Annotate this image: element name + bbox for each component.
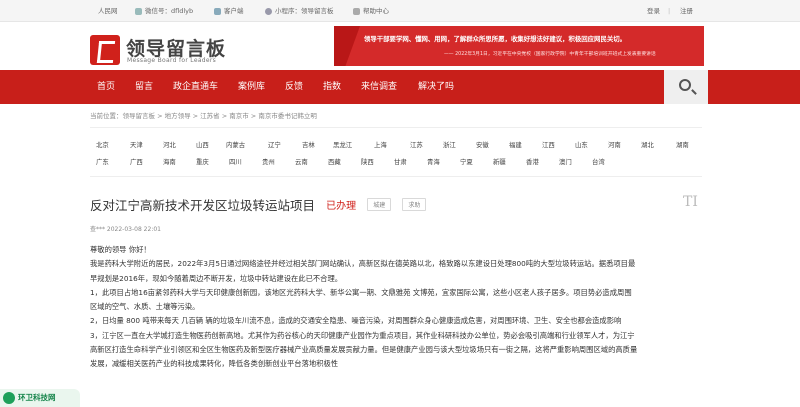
site-logo-icon[interactable] [90,35,120,65]
region-link[interactable]: 贵州 [262,157,275,166]
font-size-icon[interactable]: TI [683,194,698,210]
phone-icon [214,7,221,15]
message-line: 3，江宁区一直在大学城打造生物医药创新高地。尤其作为药谷核心的天印健康产业园作为… [90,330,635,340]
message-body: 尊敬的领导 你好！ 我是药科大学附近的居民，2022年3月5日通过网络途径并经过… [90,243,710,372]
watermark: 环卫科技网 [0,389,80,407]
region-link[interactable]: 江苏 [410,140,423,149]
help-link[interactable]: 帮助中心 [353,0,389,22]
message-title: 反对江宁高新技术开发区垃圾转运站项目 [90,198,316,213]
type-tag[interactable]: 求助 [402,198,427,211]
region-link[interactable]: 青海 [427,157,440,166]
login-link[interactable]: 登录 [647,0,660,22]
region-list: 北京 天津 河北 山西 内蒙古 辽宁 吉林 黑龙江 上海 江苏 浙江 安徽 福建… [90,137,702,171]
message-line: 早规划是2016年，现如今随着周边不断开发，垃圾中转站建设在此已不合理。 [90,273,343,283]
register-link[interactable]: 注册 [680,0,693,22]
region-link[interactable]: 澳门 [559,157,572,166]
message-line: 2，日均量 800 吨带来每天 几百辆 辆的垃圾车川流不息，造成的交通安全隐患、… [90,316,622,326]
status-badge: 已办理 [326,201,357,212]
region-link[interactable]: 安徽 [476,140,489,149]
nav-home[interactable]: 首页 [97,70,115,104]
help-icon [353,7,360,15]
nav-cases[interactable]: 案例库 [238,70,265,104]
region-link[interactable]: 吉林 [302,140,315,149]
region-link[interactable]: 海南 [163,157,176,166]
nav-feedback[interactable]: 反馈 [285,70,303,104]
search-button[interactable] [664,70,708,104]
region-link[interactable]: 河南 [608,140,621,149]
region-link[interactable]: 云南 [295,157,308,166]
miniprogram-link[interactable]: 小程序：领导留言板 [265,0,334,22]
region-link[interactable]: 江西 [542,140,555,149]
nav-index[interactable]: 指数 [323,70,341,104]
site-header: 领导留言板 Message Board for Leaders 领导干部要学网、… [0,22,800,70]
message-line: 高新区打造生命科学产业引领区和全区生物医药及新型医疗器械产业高质量发展贡献力量。… [90,345,638,355]
message-meta: 查*** 2022-03-08 22:01 [90,226,161,233]
region-link[interactable]: 香港 [526,157,539,166]
region-link[interactable]: 福建 [509,140,522,149]
message-greeting: 尊敬的领导 你好！ [90,245,151,254]
nav-survey[interactable]: 来信调查 [361,70,397,104]
region-link[interactable]: 内蒙古 [226,140,245,149]
banner-decoration [334,26,360,66]
region-link[interactable]: 宁夏 [460,157,473,166]
region-link[interactable]: 天津 [130,140,143,149]
region-link[interactable]: 四川 [229,157,242,166]
region-link[interactable]: 广东 [96,157,109,166]
region-link[interactable]: 陕西 [361,157,374,166]
search-icon [679,79,691,91]
main-nav: 首页 留言 政企直通车 案例库 反馈 指数 来信调查 解决了吗 [0,70,800,104]
message-line: 我是药科大学附近的居民，2022年3月5日通过网络途径并经过相关部门网站确认，高… [90,259,636,269]
divider [90,127,702,128]
miniprogram-icon [265,7,272,15]
nav-resolved[interactable]: 解决了吗 [418,70,454,104]
people-link[interactable]: 人民网 [98,0,118,22]
breadcrumb: 当前位置：领导留言板 > 地方领导 > 江苏省 > 南京市 > 南京市委书记韩立… [90,112,317,120]
logo-subtitle: Message Board for Leaders [127,57,217,64]
divider [90,176,702,177]
region-link[interactable]: 广西 [130,157,143,166]
watermark-logo-icon [3,392,15,404]
wechat-link[interactable]: 微信号：dfldlyb [135,0,193,22]
region-link[interactable]: 新疆 [493,157,506,166]
region-link[interactable]: 上海 [374,140,387,149]
message-line: 区域的空气、水质、土壤等污染。 [90,302,200,312]
message-line: 1，此项目占地16亩紧邻药科大学与天印健康创新园，该地区光药科大学、新华公寓一期… [90,287,632,297]
nav-enterprise[interactable]: 政企直通车 [173,70,218,104]
nav-message[interactable]: 留言 [135,70,153,104]
region-link[interactable]: 黑龙江 [333,140,352,149]
region-link[interactable]: 西藏 [328,157,341,166]
region-link[interactable]: 浙江 [443,140,456,149]
region-link[interactable]: 湖北 [641,140,654,149]
region-link[interactable]: 湖南 [676,140,689,149]
top-utility-bar: 人民网 微信号：dfldlyb 客户端 小程序：领导留言板 帮助中心 登录 | … [0,0,800,22]
message-line: 发展，减缓相关医药产业的科技成果转化，降低各类创新创业平台落地积极性 [90,359,339,369]
client-link[interactable]: 客户端 [214,0,244,22]
wechat-icon [135,7,142,15]
message-title-row: 反对江宁高新技术开发区垃圾转运站项目 已办理 城建 求助 [90,194,427,214]
region-link[interactable]: 台湾 [592,157,605,166]
region-link[interactable]: 山西 [196,140,209,149]
region-link[interactable]: 辽宁 [268,140,281,149]
header-banner: 领导干部要学网、懂网、用网，了解群众所思所愿，收集好想法好建议，积极回应网民关切… [334,26,704,66]
region-link[interactable]: 北京 [96,140,109,149]
region-link[interactable]: 甘肃 [394,157,407,166]
category-tag[interactable]: 城建 [367,198,392,211]
banner-attribution: —— 2022年3月1日，习近平在中央党校（国家行政学院）中青年干部培训班开班式… [444,52,656,57]
login-divider: | [668,7,671,15]
region-link[interactable]: 重庆 [196,157,209,166]
banner-quote: 领导干部要学网、懂网、用网，了解群众所思所愿，收集好想法好建议，积极回应网民关切… [364,35,627,43]
watermark-text: 环卫科技网 [18,393,56,402]
region-link[interactable]: 河北 [163,140,176,149]
region-link[interactable]: 山东 [575,140,588,149]
